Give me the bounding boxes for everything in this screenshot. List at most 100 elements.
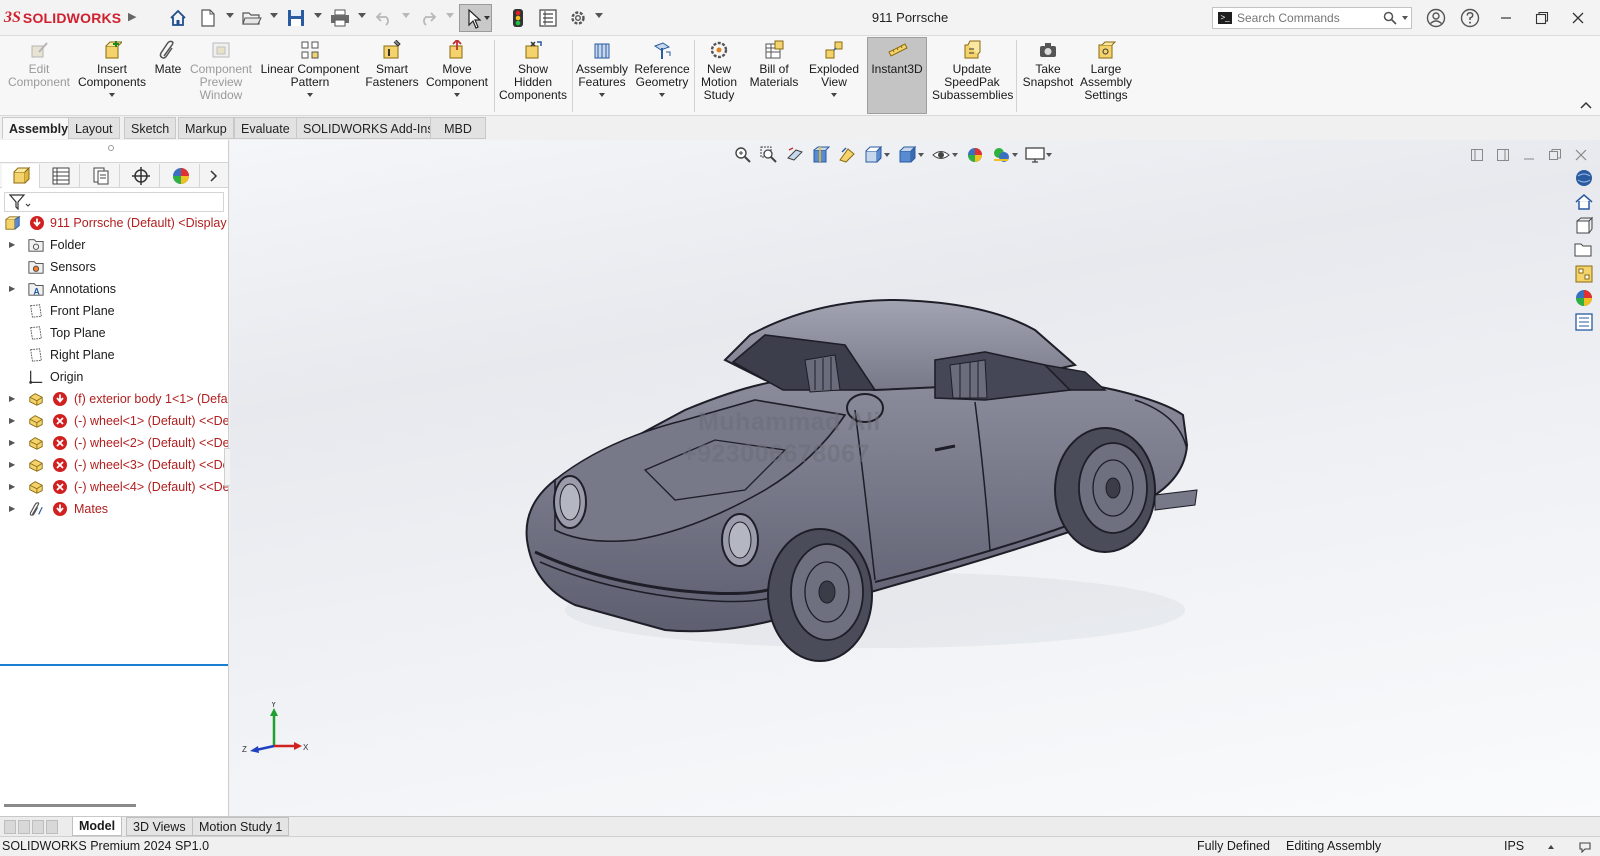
tab-assembly[interactable]: Assembly <box>2 117 76 139</box>
update-speedpak-button[interactable]: Update SpeedPak Subassemblies <box>932 40 1013 102</box>
dynamic-annotation-icon[interactable] <box>834 144 860 166</box>
show-hidden-components-button[interactable]: Show Hidden Components <box>498 40 568 102</box>
zoom-to-area-icon[interactable] <box>756 144 782 166</box>
tree-item-folder[interactable]: ▶ Folder <box>0 234 228 256</box>
property-manager-tab[interactable] <box>42 164 80 188</box>
user-account-icon[interactable] <box>1422 6 1450 30</box>
tree-root-assembly[interactable]: 911 Porrsche (Default) <Display St <box>0 212 228 234</box>
hide-show-items-icon[interactable] <box>928 144 954 166</box>
prev-tab-arrow-icon[interactable] <box>18 820 30 834</box>
viewport-minimize-icon[interactable] <box>1516 146 1542 164</box>
viewport-close-icon[interactable] <box>1568 146 1594 164</box>
tree-item-mates[interactable]: ▶ Mates <box>0 498 228 520</box>
search-commands-input[interactable] <box>1237 10 1377 26</box>
close-icon[interactable] <box>1564 6 1592 30</box>
more-tabs-arrow-icon[interactable] <box>202 164 226 188</box>
tree-item-annotations[interactable]: ▶ A Annotations <box>0 278 228 300</box>
tab-markup[interactable]: Markup <box>178 117 234 139</box>
tree-item-top-plane[interactable]: Top Plane <box>0 322 228 344</box>
zoom-to-fit-icon[interactable] <box>730 144 756 166</box>
redo-dropdown-icon[interactable] <box>446 13 454 18</box>
exploded-view-dropdown-icon[interactable] <box>831 93 837 97</box>
linear-component-pattern-button[interactable]: Linear Component Pattern <box>260 40 360 97</box>
undo-icon[interactable] <box>372 6 396 30</box>
appearances-scenes-icon[interactable] <box>1572 286 1596 310</box>
new-document-icon[interactable] <box>196 6 220 30</box>
search-dropdown-icon[interactable] <box>1402 16 1408 20</box>
open-folder-icon[interactable] <box>240 6 264 30</box>
tree-item-right-plane[interactable]: Right Plane <box>0 344 228 366</box>
last-tab-arrow-icon[interactable] <box>46 820 58 834</box>
first-tab-arrow-icon[interactable] <box>4 820 16 834</box>
tree-item-wheel-4[interactable]: ▶ (-) wheel<4> (Default) <<Def <box>0 476 228 498</box>
minimize-icon[interactable] <box>1492 6 1520 30</box>
reference-geometry-button[interactable]: Reference Geometry <box>632 40 692 97</box>
linear-pattern-dropdown-icon[interactable] <box>307 93 313 97</box>
next-tab-arrow-icon[interactable] <box>32 820 44 834</box>
view-orientation-icon[interactable] <box>860 144 886 166</box>
save-icon[interactable] <box>284 6 308 30</box>
home-icon[interactable] <box>166 6 190 30</box>
display-style-icon[interactable] <box>894 144 920 166</box>
bill-of-materials-button[interactable]: Bill of Materials <box>746 40 802 89</box>
configuration-manager-tab[interactable] <box>82 164 120 188</box>
view-settings-icon[interactable] <box>1022 144 1048 166</box>
tree-item-sensors[interactable]: Sensors <box>0 256 228 278</box>
tree-filter[interactable] <box>4 192 224 212</box>
expand-arrow-icon[interactable]: ▶ <box>9 234 15 256</box>
component-preview-window-button[interactable]: Component Preview Window <box>188 40 254 102</box>
solidworks-resources-icon[interactable] <box>1572 166 1596 190</box>
help-icon[interactable] <box>1456 6 1484 30</box>
panel-splitter-handle[interactable] <box>108 145 114 151</box>
unit-system[interactable]: IPS <box>1504 837 1524 856</box>
options-dropdown-icon[interactable] <box>595 13 603 18</box>
collapse-ribbon-chevron-icon[interactable] <box>1580 98 1592 112</box>
take-snapshot-button[interactable]: Take Snapshot <box>1020 40 1076 89</box>
edit-component-button[interactable]: Edit Component <box>6 40 72 89</box>
tree-item-front-plane[interactable]: Front Plane <box>0 300 228 322</box>
open-dropdown-icon[interactable] <box>270 13 278 18</box>
customize-statusbar-icon[interactable] <box>1578 840 1592 856</box>
dimxpert-manager-tab[interactable] <box>122 164 160 188</box>
insert-components-button[interactable]: Insert Components <box>76 40 148 97</box>
tab-mbd[interactable]: MBD <box>430 117 486 139</box>
design-library-icon[interactable] <box>1572 214 1596 238</box>
previous-view-icon[interactable] <box>782 144 808 166</box>
section-view-icon[interactable] <box>808 144 834 166</box>
horizontal-scrollbar[interactable] <box>4 804 136 807</box>
file-explorer-icon[interactable] <box>1572 238 1596 262</box>
assembly-features-button[interactable]: Assembly Features <box>574 40 630 97</box>
graphics-area[interactable]: Muhammad Ali +923006678067 Y X Z <box>230 140 1600 816</box>
rebuild-traffic-light-icon[interactable] <box>506 6 530 30</box>
tab-model[interactable]: Model <box>72 817 123 836</box>
apply-scene-icon[interactable] <box>988 144 1014 166</box>
save-dropdown-icon[interactable] <box>314 13 322 18</box>
filter-funnel-icon[interactable] <box>9 194 31 210</box>
viewport-restore-icon[interactable] <box>1542 146 1568 164</box>
tab-sketch[interactable]: Sketch <box>124 117 177 139</box>
redo-icon[interactable] <box>416 6 440 30</box>
menu-expand-arrow-icon[interactable]: ▶ <box>128 10 136 23</box>
tab-evaluate[interactable]: Evaluate <box>234 117 297 139</box>
solidworks-logo[interactable]: 3S SOLIDWORKS <box>4 7 121 29</box>
edit-appearance-icon[interactable] <box>962 144 988 166</box>
reference-geometry-dropdown-icon[interactable] <box>659 93 665 97</box>
new-motion-study-button[interactable]: New Motion Study <box>696 40 742 102</box>
new-dropdown-icon[interactable] <box>226 13 234 18</box>
expand-arrow-icon[interactable]: ▶ <box>9 498 15 520</box>
split-right-icon[interactable] <box>1490 146 1516 164</box>
expand-arrow-icon[interactable]: ▶ <box>9 454 15 476</box>
undo-dropdown-icon[interactable] <box>402 13 410 18</box>
insert-components-dropdown-icon[interactable] <box>109 93 115 97</box>
custom-properties-icon[interactable] <box>1572 310 1596 334</box>
feature-manager-tab[interactable] <box>2 164 40 188</box>
view-palette-icon[interactable] <box>1572 262 1596 286</box>
move-component-button[interactable]: Move Component <box>422 38 492 97</box>
tab-motion-study-1[interactable]: Motion Study 1 <box>192 817 290 836</box>
exploded-view-button[interactable]: Exploded View <box>806 40 862 97</box>
display-manager-tab[interactable] <box>162 164 200 188</box>
tree-item-wheel-1[interactable]: ▶ (-) wheel<1> (Default) <<Def <box>0 410 228 432</box>
move-component-dropdown-icon[interactable] <box>454 93 460 97</box>
design-library-home-icon[interactable] <box>1572 190 1596 214</box>
tree-item-origin[interactable]: Origin <box>0 366 228 388</box>
